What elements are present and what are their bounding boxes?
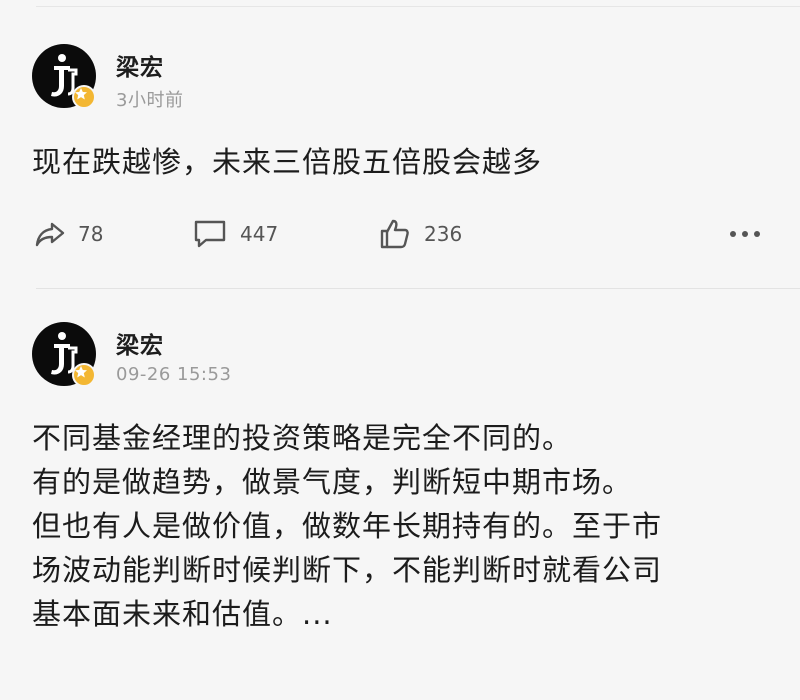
post-header: 梁宏 09-26 15:53 <box>32 322 632 392</box>
content-line: 不同基金经理的投资策略是完全不同的。 <box>32 421 573 455</box>
comment-bubble-icon <box>194 220 226 248</box>
like-button[interactable]: 236 <box>378 214 462 254</box>
content-line: 场波动能判断时候判断下，不能判断时就看公司 <box>32 553 663 587</box>
content-line: 有的是做趋势，做景气度，判断短中期市场。 <box>32 465 633 499</box>
avatar[interactable] <box>32 322 96 387</box>
author-name[interactable]: 梁宏 <box>116 326 164 360</box>
post-time: 09-26 15:53 <box>116 364 232 385</box>
comment-count: 447 <box>240 222 279 246</box>
avatar[interactable] <box>32 44 96 109</box>
share-count: 78 <box>78 222 104 246</box>
post-content[interactable]: 现在跌越惨，未来三倍股五倍股会越多 <box>32 140 542 184</box>
post-content[interactable]: 不同基金经理的投资策略是完全不同的。 有的是做趋势，做景气度，判断短中期市场。 … <box>32 416 772 636</box>
post-time: 3小时前 <box>116 90 184 111</box>
more-options-button[interactable] <box>728 214 762 254</box>
thumbs-up-icon <box>380 219 409 249</box>
post-card: 梁宏 09-26 15:53 不同基金经理的投资策略是完全不同的。 有的是做趋势… <box>0 290 800 700</box>
post-card: 梁宏 3小时前 现在跌越惨，未来三倍股五倍股会越多 78 447 236 <box>0 0 800 280</box>
content-line: 基本面未来和估值。... <box>32 597 333 631</box>
share-button[interactable]: 78 <box>34 214 103 254</box>
verified-star-badge-icon <box>72 363 96 387</box>
post-divider <box>36 288 800 289</box>
content-line: 但也有人是做价值，做数年长期持有的。至于市 <box>32 509 663 543</box>
post-header: 梁宏 3小时前 <box>32 44 632 114</box>
comment-button[interactable]: 447 <box>192 214 278 254</box>
like-count: 236 <box>424 222 463 246</box>
post-actions: 78 447 236 <box>32 214 772 254</box>
verified-star-badge-icon <box>72 85 96 109</box>
share-arrow-icon <box>35 222 65 247</box>
author-name[interactable]: 梁宏 <box>116 48 164 82</box>
more-dots-icon <box>730 231 760 237</box>
